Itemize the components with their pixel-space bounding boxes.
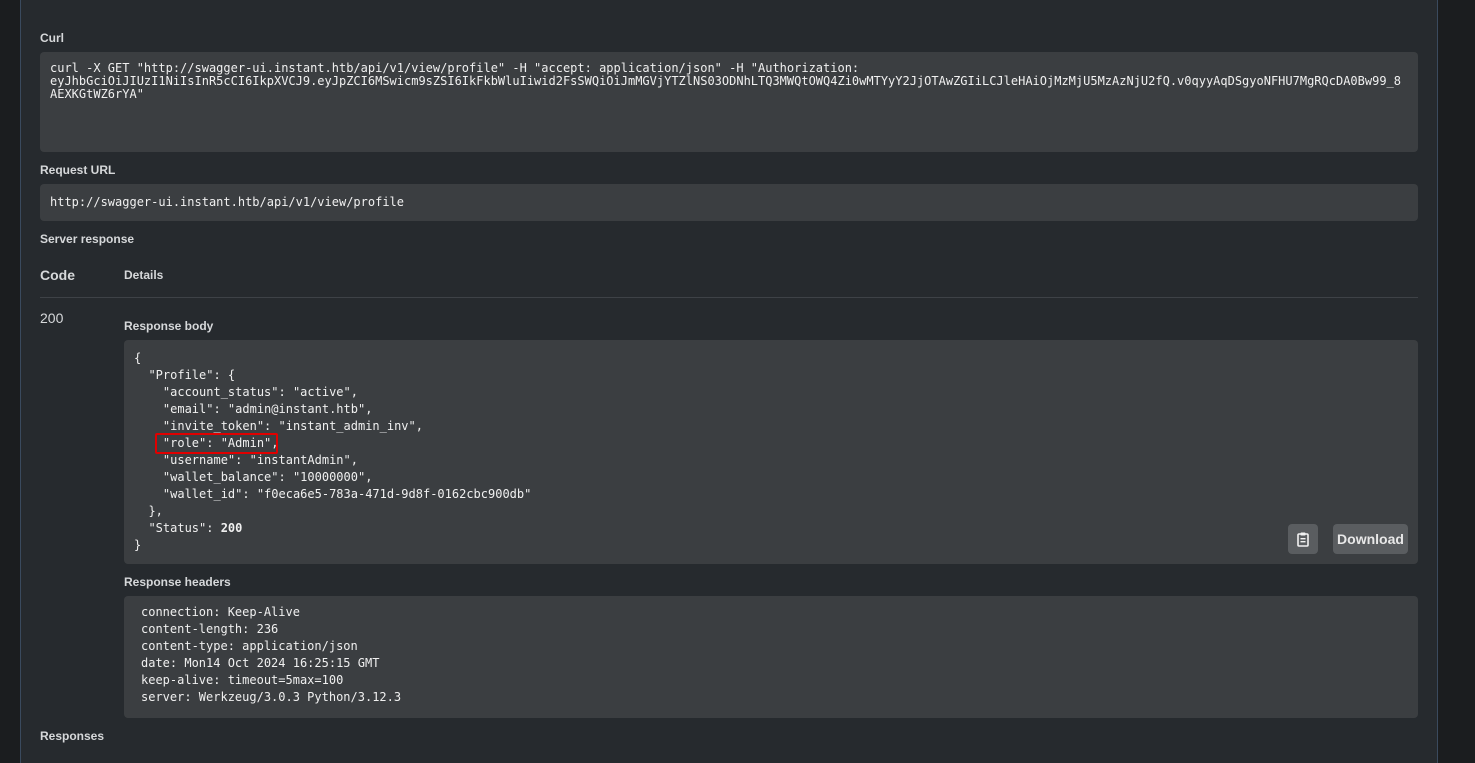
json-line: { — [134, 351, 142, 365]
json-line: "Status": — [134, 521, 221, 535]
json-line: "wallet_balance": "10000000", — [134, 470, 373, 484]
response-headers[interactable]: connection: Keep-Alive content-length: 2… — [124, 596, 1418, 718]
json-line: }, — [134, 504, 163, 518]
header-line: content-length: 236 — [141, 622, 279, 636]
json-line: "username": "instantAdmin", — [134, 453, 358, 467]
status-value: 200 — [220, 521, 243, 535]
response-body[interactable]: { "Profile": { "account_status": "active… — [124, 340, 1418, 564]
details-column-header: Details — [124, 268, 164, 282]
header-line: server: Werkzeug/3.0.3 Python/3.12.3 — [141, 690, 402, 704]
json-line: "Profile": { — [134, 368, 236, 382]
header-line: keep-alive: timeout=5max=100 — [141, 673, 344, 687]
header-line: date: Mon14 Oct 2024 16:25:15 GMT — [141, 656, 380, 670]
request-url-label: Request URL — [40, 163, 116, 177]
clipboard-icon — [1297, 532, 1309, 547]
response-headers-label: Response headers — [124, 575, 231, 589]
header-line: connection: Keep-Alive — [141, 605, 300, 619]
response-code: 200 — [40, 310, 64, 326]
copy-to-clipboard-button[interactable] — [1288, 524, 1318, 554]
role-highlight-box — [155, 433, 278, 454]
response-body-label: Response body — [124, 319, 214, 333]
curl-label: Curl — [40, 31, 64, 45]
json-line: } — [134, 538, 142, 552]
code-column-header: Code — [40, 267, 75, 283]
json-line: "email": "admin@instant.htb", — [134, 402, 373, 416]
json-line: "wallet_id": "f0eca6e5-783a-471d-9d8f-01… — [134, 487, 532, 501]
responses-section-title: Responses — [40, 729, 105, 743]
request-url-value[interactable]: http://swagger-ui.instant.htb/api/v1/vie… — [40, 184, 1418, 221]
header-line: content-type: application/json — [141, 639, 358, 653]
json-line: "account_status": "active", — [134, 385, 358, 399]
curl-command[interactable]: curl -X GET "http://swagger-ui.instant.h… — [40, 52, 1418, 152]
server-response-label: Server response — [40, 232, 135, 246]
json-line: "invite_token": "instant_admin_inv", — [134, 419, 423, 433]
table-divider — [40, 297, 1418, 298]
download-button[interactable]: Download — [1333, 524, 1408, 554]
